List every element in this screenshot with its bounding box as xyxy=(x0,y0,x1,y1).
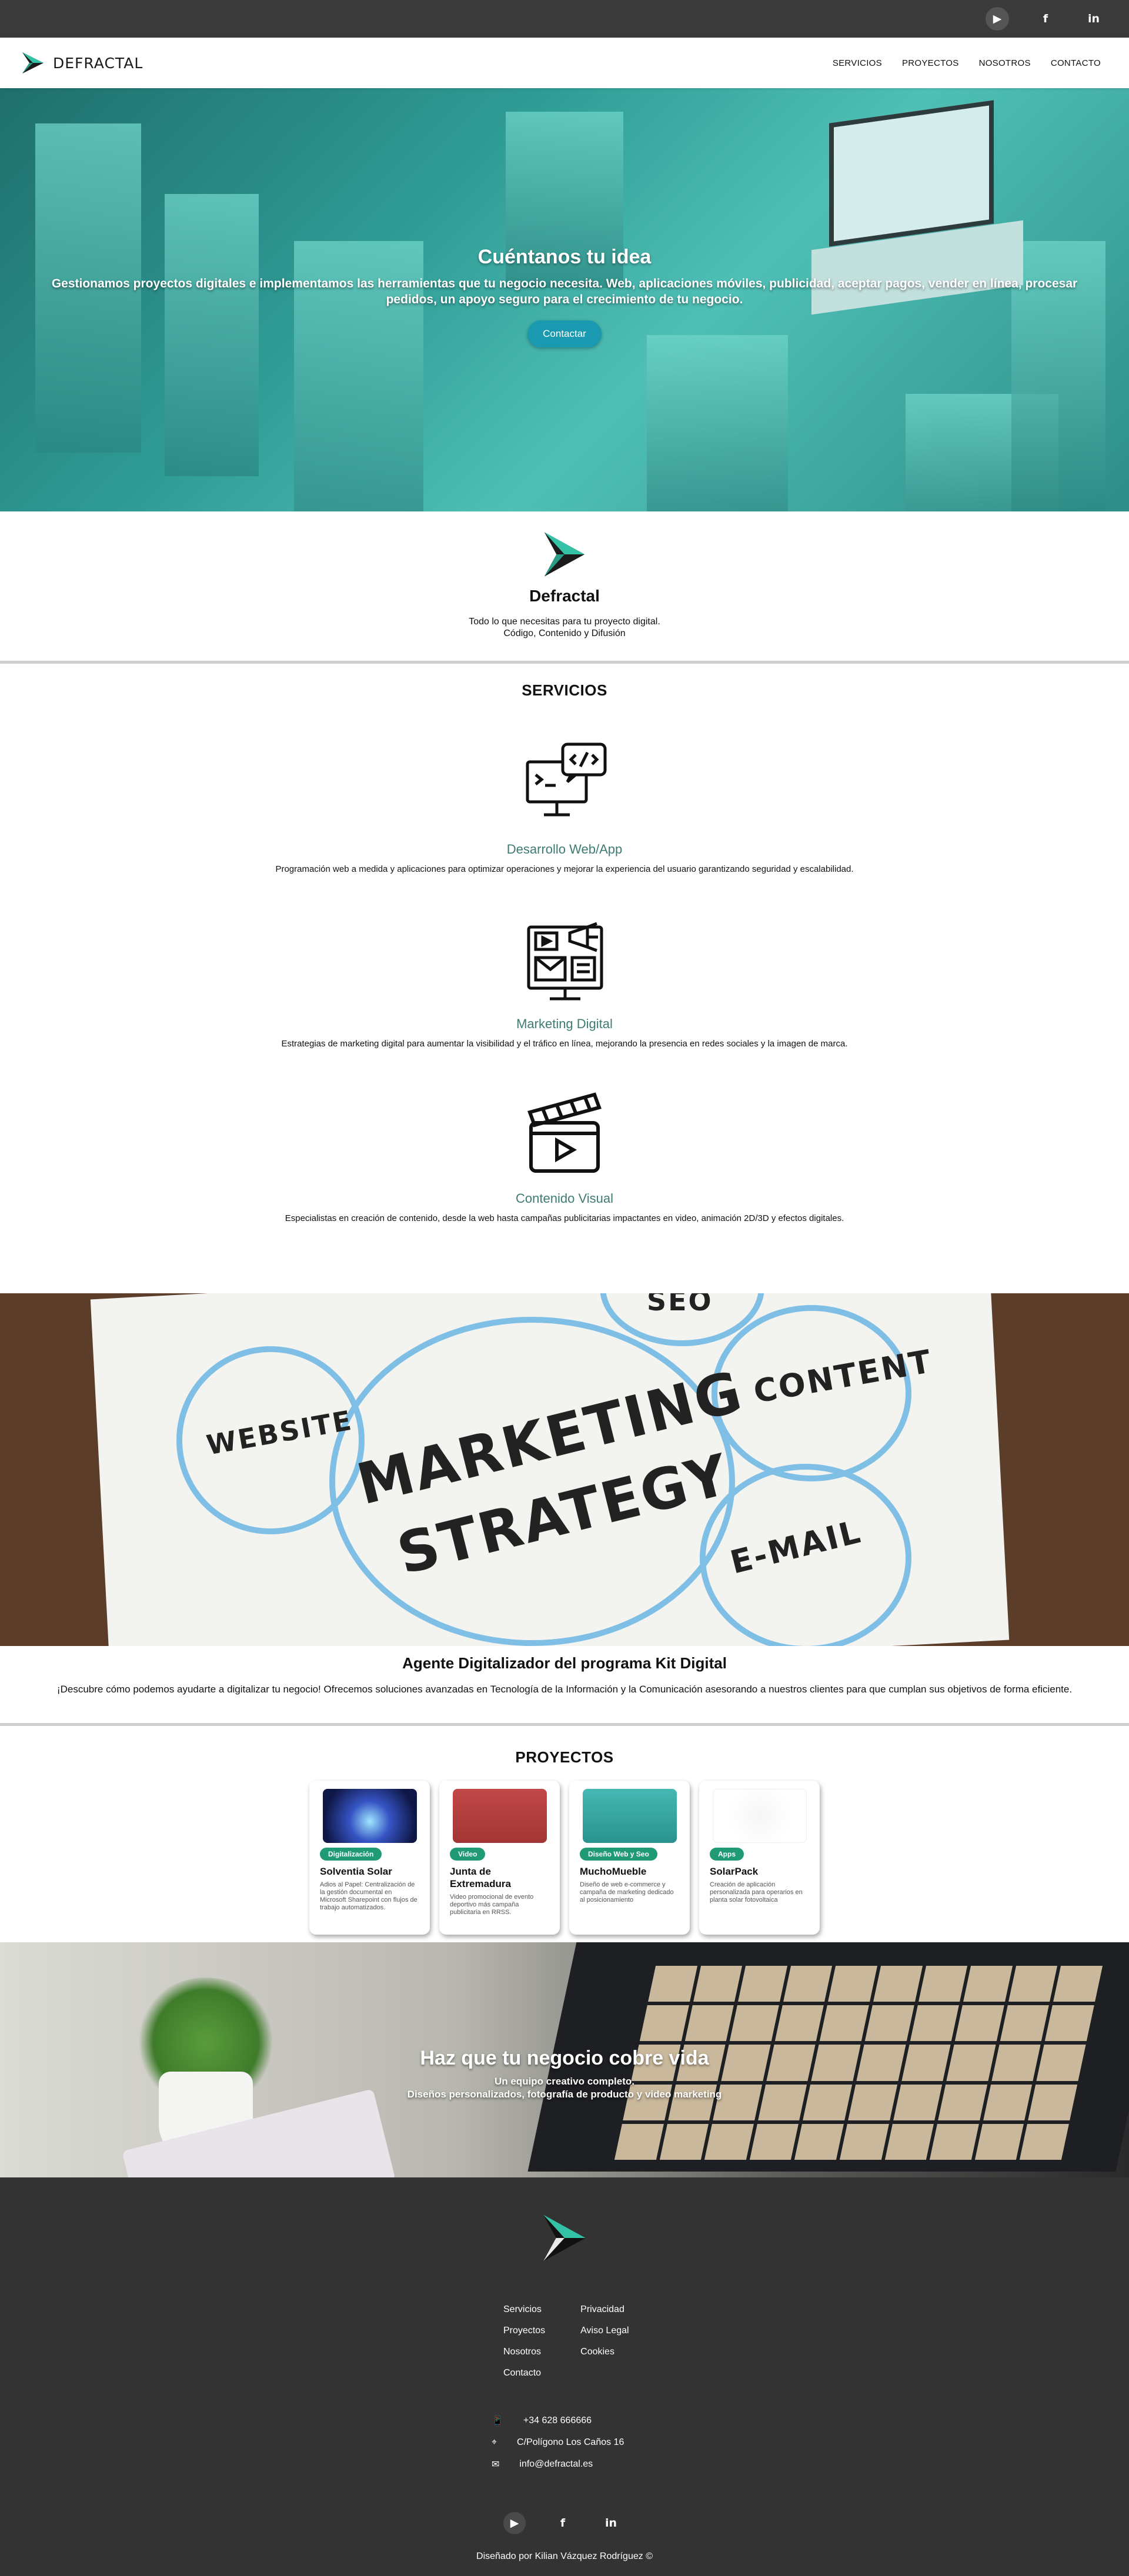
hero-title: Cuéntanos tu idea xyxy=(477,246,652,268)
project-title: MuchoMueble xyxy=(580,1866,647,1877)
location-icon: ⌖ xyxy=(492,2437,497,2447)
footer-contact: 📱 +34 628 666666 ⌖ C/Polígono Los Caños … xyxy=(492,2415,624,2470)
project-badge: Digitalización xyxy=(320,1848,382,1861)
footer-links-main: Servicios Proyectos Nosotros Contacto xyxy=(503,2304,545,2378)
defractal-logo-icon xyxy=(543,2214,586,2261)
marketing-icon xyxy=(527,922,603,1001)
nav-item-contacto[interactable]: CONTACTO xyxy=(1051,58,1101,68)
creative-banner-title: Haz que tu negocio cobre vida xyxy=(420,2047,709,2069)
footer: Servicios Proyectos Nosotros Contacto Pr… xyxy=(0,2177,1129,2576)
project-title: Junta de Extremadura xyxy=(450,1866,511,1889)
project-title: Solventia Solar xyxy=(320,1866,392,1877)
hero-content: Cuéntanos tu idea Gestionamos proyectos … xyxy=(0,246,1129,347)
hero-banner: Cuéntanos tu idea Gestionamos proyectos … xyxy=(0,88,1129,511)
contact-button[interactable]: Contactar xyxy=(527,320,602,347)
service-title: Desarrollo Web/App xyxy=(506,842,623,857)
contact-email: ✉ info@defractal.es xyxy=(492,2458,624,2470)
nav-item-proyectos[interactable]: PROYECTOS xyxy=(902,58,959,68)
footer-link-nosotros[interactable]: Nosotros xyxy=(503,2347,545,2357)
youtube-icon[interactable]: ▶ xyxy=(503,2512,526,2534)
phone-number[interactable]: +34 628 666666 xyxy=(523,2416,592,2426)
project-image xyxy=(322,1789,417,1843)
nav-menu: SERVICIOS PROYECTOS NOSOTROS CONTACTO xyxy=(833,58,1101,68)
kit-digital-text: ¡Descubre cómo podemos ayudarte a digita… xyxy=(56,1684,1073,1695)
project-badge: Video xyxy=(450,1848,486,1861)
copyright: Diseñado por Kilian Vázquez Rodríguez © xyxy=(476,2551,653,2561)
phone-icon: 📱 xyxy=(492,2416,503,2426)
kit-digital-section: Agente Digitalizador del programa Kit Di… xyxy=(0,1646,1129,1723)
project-image xyxy=(712,1789,807,1843)
nav-item-servicios[interactable]: SERVICIOS xyxy=(833,58,882,68)
project-cards: Digitalización Solventia Solar Adios al … xyxy=(0,1781,1129,1935)
brand-logo[interactable]: DEFRACTAL xyxy=(20,50,143,76)
creative-banner: Haz que tu negocio cobre vida Un equipo … xyxy=(0,1942,1129,2177)
projects-title: PROYECTOS xyxy=(515,1748,614,1766)
project-badge: Diseño Web y Seo xyxy=(580,1848,657,1861)
kit-digital-title: Agente Digitalizador del programa Kit Di… xyxy=(402,1654,727,1672)
footer-links: Servicios Proyectos Nosotros Contacto Pr… xyxy=(503,2304,633,2378)
marketing-strategy-image: WEBSITE SEO CONTENT MARKETING STRATEGY E… xyxy=(0,1293,1129,1646)
service-desc: Estrategias de marketing digital para au… xyxy=(281,1039,848,1049)
footer-link-contacto[interactable]: Contacto xyxy=(503,2368,545,2378)
creative-banner-sub: Un equipo creativo completo. xyxy=(494,2076,635,2087)
service-title: Marketing Digital xyxy=(516,1016,613,1031)
footer-logo[interactable] xyxy=(541,2213,588,2266)
project-card[interactable]: Apps SolarPack Creación de aplicación pe… xyxy=(699,1781,820,1935)
project-desc: Adios al Papel: Centralización de la ges… xyxy=(320,1881,417,1911)
intro-section: Defractal Todo lo que necesitas para tu … xyxy=(0,511,1129,661)
services-section: SERVICIOS Desarrollo Web/App Programació… xyxy=(0,664,1129,1293)
project-desc: Video promocional de evento deportivo má… xyxy=(450,1893,534,1916)
project-image xyxy=(582,1789,677,1843)
facebook-icon[interactable]: f xyxy=(552,2512,574,2534)
address-text: C/Polígono Los Caños 16 xyxy=(517,2437,624,2447)
footer-link-servicios[interactable]: Servicios xyxy=(503,2304,545,2315)
web-dev-icon xyxy=(526,742,607,817)
footer-links-legal: Privacidad Aviso Legal Cookies xyxy=(580,2304,633,2378)
footer-social: ▶ f in xyxy=(503,2512,622,2534)
nav-item-nosotros[interactable]: NOSOTROS xyxy=(979,58,1031,68)
linkedin-icon[interactable]: in xyxy=(600,2512,622,2534)
service-desc: Especialistas en creación de contenido, … xyxy=(285,1213,844,1223)
service-desc: Programación web a medida y aplicaciones… xyxy=(275,864,854,874)
creative-banner-sub2: Diseños personalizados, fotografía de pr… xyxy=(407,2089,722,2100)
mail-icon: ✉ xyxy=(492,2460,500,2470)
intro-tagline: Todo lo que necesitas para tu proyecto d… xyxy=(469,617,660,627)
email-link[interactable]: info@defractal.es xyxy=(519,2459,593,2470)
contact-phone: 📱 +34 628 666666 xyxy=(492,2415,624,2427)
project-image xyxy=(452,1789,547,1843)
project-title: SolarPack xyxy=(710,1866,759,1877)
marketing-word: SEO xyxy=(647,1293,713,1317)
top-bar: ▶ f in xyxy=(0,0,1129,38)
footer-link-privacidad[interactable]: Privacidad xyxy=(580,2304,633,2315)
project-card[interactable]: Diseño Web y Seo MuchoMueble Diseño de w… xyxy=(569,1781,690,1935)
project-desc: Creación de aplicación personalizada par… xyxy=(710,1881,803,1903)
clapperboard-icon xyxy=(527,1092,602,1173)
footer-link-cookies[interactable]: Cookies xyxy=(580,2347,633,2357)
services-title: SERVICIOS xyxy=(522,681,607,699)
creative-banner-content: Haz que tu negocio cobre vida Un equipo … xyxy=(0,2047,1129,2100)
service-title: Contenido Visual xyxy=(516,1191,613,1206)
youtube-icon[interactable]: ▶ xyxy=(986,7,1009,31)
contact-address: ⌖ C/Polígono Los Caños 16 xyxy=(492,2437,624,2448)
footer-link-aviso-legal[interactable]: Aviso Legal xyxy=(580,2326,633,2336)
footer-link-proyectos[interactable]: Proyectos xyxy=(503,2326,545,2336)
service-item: Contenido Visual Especialistas en creaci… xyxy=(0,1082,1129,1223)
intro-company-name: Defractal xyxy=(529,587,600,605)
hero-text: Gestionamos proyectos digitales e implem… xyxy=(51,277,1078,306)
project-desc: Diseño de web e-commerce y campaña de ma… xyxy=(580,1881,674,1903)
intro-subtagline: Código, Contenido y Difusión xyxy=(503,628,626,638)
service-item: Desarrollo Web/App Programación web a me… xyxy=(0,732,1129,874)
project-badge: Apps xyxy=(710,1848,744,1861)
defractal-logo-icon xyxy=(544,532,585,577)
projects-section: PROYECTOS Digitalización Solventia Solar… xyxy=(0,1726,1129,1942)
project-card[interactable]: Digitalización Solventia Solar Adios al … xyxy=(309,1781,430,1935)
main-nav: DEFRACTAL SERVICIOS PROYECTOS NOSOTROS C… xyxy=(0,38,1129,88)
service-item: Marketing Digital Estrategias de marketi… xyxy=(0,907,1129,1049)
facebook-icon[interactable]: f xyxy=(1034,7,1057,31)
project-card[interactable]: Video Junta de Extremadura Video promoci… xyxy=(439,1781,560,1935)
defractal-logo-icon xyxy=(22,52,44,73)
linkedin-icon[interactable]: in xyxy=(1082,7,1105,31)
brand-name: DEFRACTAL xyxy=(53,54,143,72)
